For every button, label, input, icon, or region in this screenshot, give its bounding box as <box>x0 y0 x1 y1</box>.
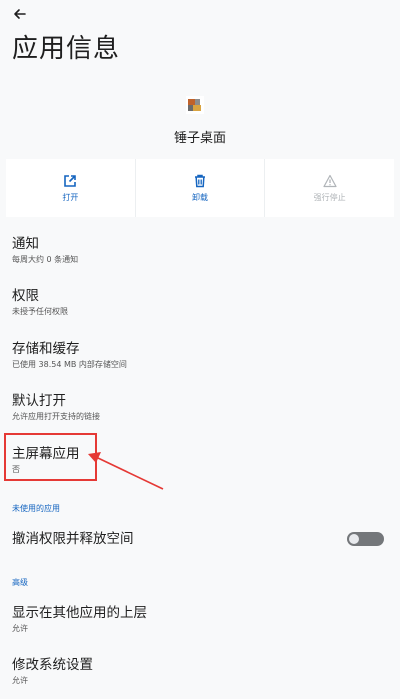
annotation-highlight-box <box>4 433 97 481</box>
warning-icon <box>323 174 337 187</box>
open-button[interactable]: 打开 <box>6 159 136 217</box>
revoke-permissions-toggle[interactable] <box>347 532 384 546</box>
uninstall-label: 卸载 <box>192 192 208 202</box>
app-actions-bar: 打开 卸载 强行停止 <box>6 159 394 217</box>
setting-title: 权限 <box>12 288 39 304</box>
setting-title: 通知 <box>12 236 39 252</box>
toggle-knob <box>349 534 359 544</box>
open-external-icon <box>64 174 77 187</box>
setting-subtitle: 每周大约 0 条通知 <box>12 255 79 264</box>
app-name: 锤子桌面 <box>173 131 226 146</box>
setting-modify-system[interactable]: 修改系统设置 允许 <box>12 656 372 687</box>
force-stop-label: 强行停止 <box>313 192 346 202</box>
setting-permissions[interactable]: 权限 未授予任何权限 <box>12 287 372 318</box>
setting-revoke-permissions[interactable]: 撤消权限并释放空间 <box>12 530 372 548</box>
back-arrow-icon[interactable] <box>10 4 30 24</box>
setting-title: 撤消权限并释放空间 <box>12 531 134 547</box>
setting-title: 显示在其他应用的上层 <box>12 605 147 621</box>
setting-title: 修改系统设置 <box>12 657 93 673</box>
open-label: 打开 <box>62 192 79 202</box>
setting-display-over-apps[interactable]: 显示在其他应用的上层 允许 <box>12 604 372 635</box>
trash-icon <box>195 174 205 187</box>
force-stop-button[interactable]: 强行停止 <box>265 159 394 217</box>
setting-subtitle: 未授予任何权限 <box>12 307 68 316</box>
setting-title: 默认打开 <box>12 393 66 409</box>
setting-subtitle: 允许应用打开支持的链接 <box>12 412 100 421</box>
setting-subtitle: 允许 <box>12 624 28 633</box>
uninstall-button[interactable]: 卸载 <box>136 159 266 217</box>
page-title: 应用信息 <box>12 34 121 64</box>
section-header-advanced: 高级 <box>12 578 28 587</box>
setting-notifications[interactable]: 通知 每周大约 0 条通知 <box>12 235 372 266</box>
section-header-unused: 未使用的应用 <box>12 504 60 513</box>
setting-title: 存储和缓存 <box>12 341 80 357</box>
setting-subtitle: 已使用 38.54 MB 内部存储空间 <box>12 360 127 369</box>
setting-open-by-default[interactable]: 默认打开 允许应用打开支持的链接 <box>12 392 372 423</box>
setting-storage[interactable]: 存储和缓存 已使用 38.54 MB 内部存储空间 <box>12 340 372 371</box>
app-icon <box>186 96 204 114</box>
setting-subtitle: 允许 <box>12 676 28 685</box>
